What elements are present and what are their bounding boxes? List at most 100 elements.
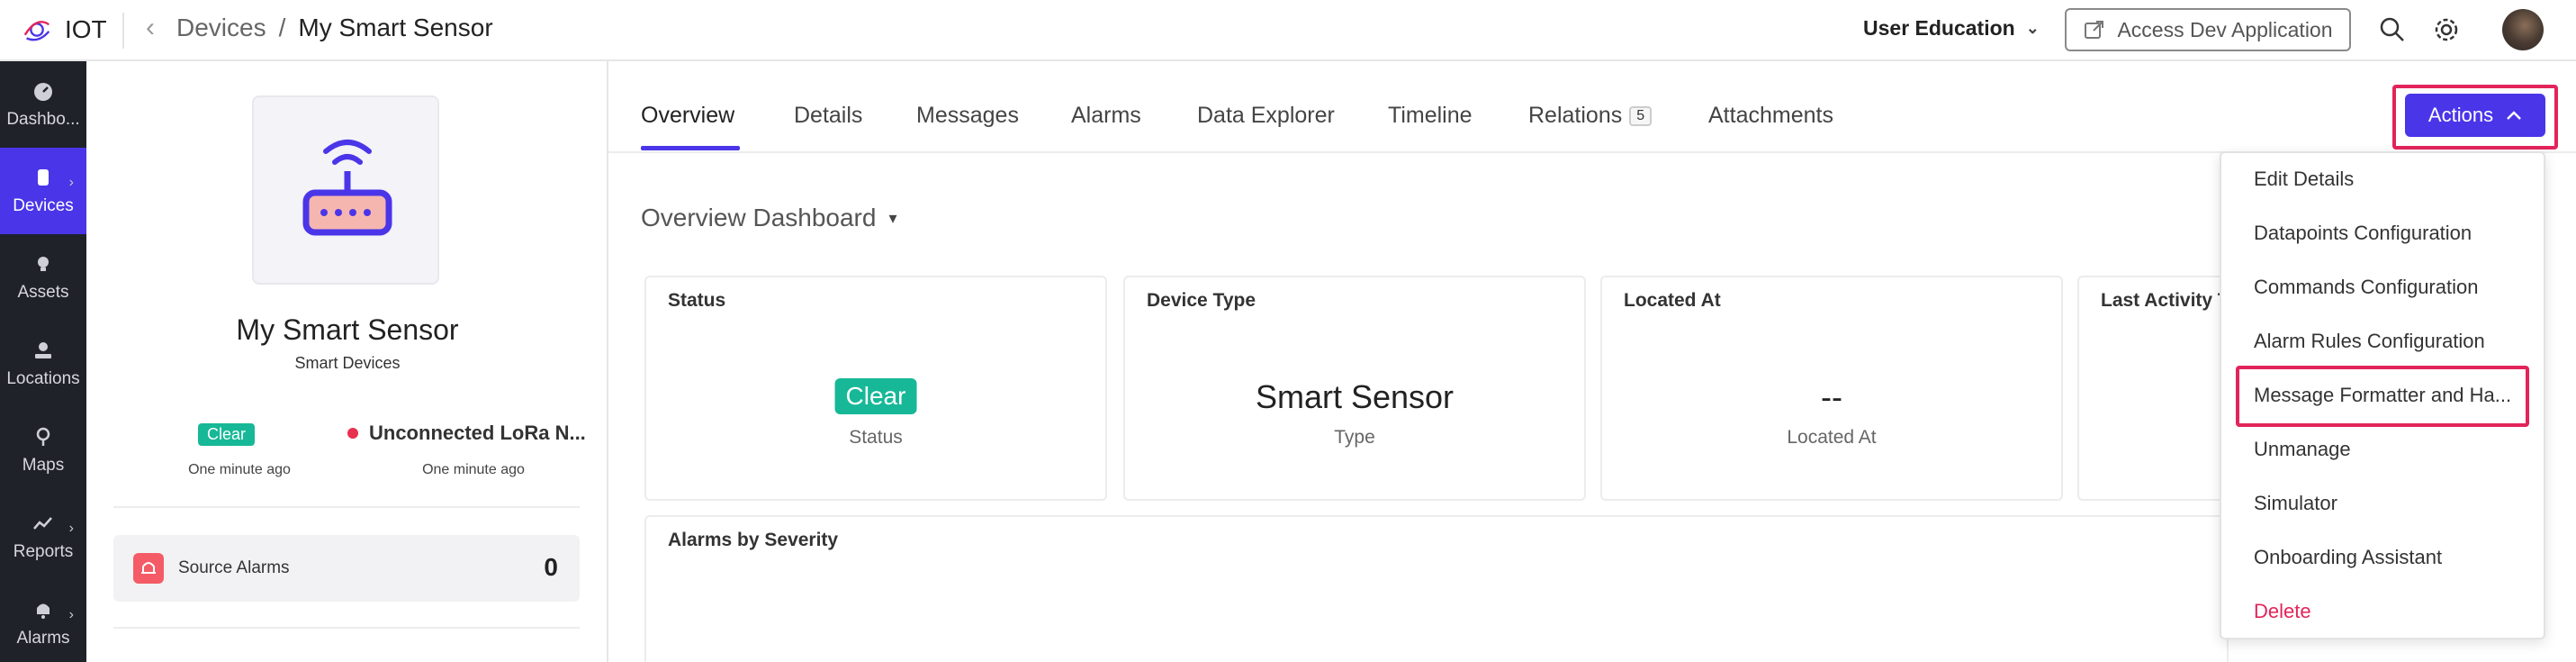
tab-data-explorer[interactable]: Data Explorer bbox=[1197, 103, 1335, 129]
device-type: Smart Devices bbox=[294, 354, 401, 372]
menu-item-onboarding-assistant[interactable]: Onboarding Assistant bbox=[2254, 546, 2442, 569]
nav-item-reports[interactable]: Reports › bbox=[0, 494, 86, 580]
tab-label: Details bbox=[794, 103, 863, 128]
left-nav: Dashbo... Devices › Assets Locations Map… bbox=[0, 61, 86, 662]
device-image bbox=[252, 95, 439, 285]
back-chevron-icon[interactable]: ‹ bbox=[146, 13, 155, 43]
menu-item-delete[interactable]: Delete bbox=[2254, 600, 2311, 623]
breadcrumb-parent[interactable]: Devices bbox=[176, 14, 266, 42]
highlight-box bbox=[2236, 366, 2529, 427]
map-pin-icon bbox=[36, 427, 50, 446]
breadcrumb-separator: / bbox=[278, 14, 286, 41]
card-title: Alarms by Severity bbox=[668, 530, 839, 550]
tab-label: Attachments bbox=[1708, 103, 1833, 128]
chart-line-icon bbox=[33, 517, 52, 530]
chevron-right-icon: › bbox=[68, 521, 74, 536]
search-icon[interactable] bbox=[2378, 15, 2407, 44]
card-title: Located At bbox=[1624, 290, 1721, 311]
source-alarms-card[interactable]: Source Alarms 0 bbox=[113, 535, 580, 602]
tab-label: Overview bbox=[641, 103, 735, 128]
menu-item-alarm-rules-configuration[interactable]: Alarm Rules Configuration bbox=[2254, 330, 2485, 353]
tab-overview[interactable]: Overview bbox=[641, 103, 734, 129]
status-card: Status Clear Status bbox=[644, 276, 1107, 501]
card-title: Device Type bbox=[1147, 290, 1256, 311]
device-name: My Smart Sensor bbox=[236, 313, 459, 346]
tab-details[interactable]: Details bbox=[794, 103, 862, 129]
menu-item-datapoints-configuration[interactable]: Datapoints Configuration bbox=[2254, 222, 2472, 245]
dashboard-selector[interactable]: Overview Dashboard ▾ bbox=[641, 204, 897, 232]
alarms-by-severity-card: Alarms by Severity bbox=[644, 515, 2229, 662]
status-time: One minute ago bbox=[188, 462, 291, 477]
source-alarms-count: 0 bbox=[544, 553, 558, 581]
tab-label: Messages bbox=[916, 103, 1019, 128]
dashboard-icon bbox=[34, 83, 52, 101]
highlight-box bbox=[2392, 85, 2558, 150]
card-subtitle: Type bbox=[1334, 427, 1375, 448]
caret-down-icon: ▾ bbox=[888, 208, 897, 227]
tab-timeline[interactable]: Timeline bbox=[1388, 103, 1473, 129]
divider bbox=[113, 627, 580, 629]
nav-label: Maps bbox=[22, 456, 65, 475]
active-tab-indicator bbox=[641, 146, 740, 150]
nav-item-devices[interactable]: Devices › bbox=[0, 148, 86, 234]
menu-item-simulator[interactable]: Simulator bbox=[2254, 492, 2337, 515]
alarm-bell-icon bbox=[133, 553, 164, 584]
bell-icon bbox=[37, 603, 50, 619]
nav-label: Devices bbox=[13, 196, 74, 215]
location-icon bbox=[35, 342, 51, 358]
nav-item-maps[interactable]: Maps bbox=[0, 407, 86, 494]
external-link-icon bbox=[2085, 21, 2104, 39]
chevron-right-icon: › bbox=[68, 175, 74, 190]
menu-item-unmanage[interactable]: Unmanage bbox=[2254, 438, 2351, 461]
access-dev-app-button[interactable]: Access Dev Application bbox=[2065, 8, 2351, 51]
nav-item-locations[interactable]: Locations bbox=[0, 321, 86, 407]
gear-icon[interactable] bbox=[2432, 15, 2461, 44]
divider bbox=[122, 13, 124, 49]
org-selector[interactable]: User Education ⌄ bbox=[1863, 16, 2040, 41]
status-badge: Clear bbox=[834, 378, 917, 414]
device-icon bbox=[38, 169, 49, 186]
nav-item-assets[interactable]: Assets bbox=[0, 234, 86, 321]
tab-label: Data Explorer bbox=[1197, 103, 1335, 128]
iot-logo-icon bbox=[23, 21, 50, 41]
bulb-icon bbox=[38, 257, 49, 271]
chevron-right-icon: › bbox=[68, 607, 74, 622]
relations-count-badge: 5 bbox=[1629, 105, 1653, 126]
menu-item-commands-configuration[interactable]: Commands Configuration bbox=[2254, 276, 2478, 299]
nav-item-alarms[interactable]: Alarms › bbox=[0, 580, 86, 662]
tab-messages[interactable]: Messages bbox=[916, 103, 1019, 129]
source-alarms-label: Source Alarms bbox=[178, 558, 290, 577]
connection-status: Unconnected LoRa N... bbox=[347, 422, 586, 445]
tab-label: Timeline bbox=[1388, 103, 1473, 128]
tab-relations[interactable]: Relations 5 bbox=[1528, 103, 1653, 129]
avatar[interactable] bbox=[2502, 9, 2544, 50]
nav-label: Assets bbox=[17, 283, 69, 302]
nav-label: Reports bbox=[13, 542, 74, 561]
org-name: User Education bbox=[1863, 16, 2015, 40]
tab-attachments[interactable]: Attachments bbox=[1708, 103, 1833, 129]
connection-time: One minute ago bbox=[422, 462, 525, 477]
router-icon bbox=[302, 140, 392, 236]
card-value: -- bbox=[1821, 378, 1842, 415]
connection-label: Unconnected LoRa N... bbox=[369, 422, 586, 444]
card-title: Status bbox=[668, 290, 726, 311]
nav-item-dashboards[interactable]: Dashbo... bbox=[0, 61, 86, 148]
device-profile-panel: My Smart Sensor Smart Devices Clear One … bbox=[86, 61, 608, 662]
tab-label: Alarms bbox=[1071, 103, 1141, 128]
brand-name: IOT bbox=[65, 15, 107, 43]
card-subtitle: Status bbox=[849, 427, 903, 448]
nav-label: Locations bbox=[6, 369, 80, 388]
divider bbox=[113, 506, 580, 508]
nav-label: Dashbo... bbox=[6, 110, 80, 129]
located-at-card: Located At -- Located At bbox=[1600, 276, 2063, 501]
top-bar: IOT ‹ Devices / My Smart Sensor User Edu… bbox=[0, 0, 2576, 61]
menu-item-edit-details[interactable]: Edit Details bbox=[2254, 168, 2354, 191]
nav-label: Alarms bbox=[16, 629, 70, 648]
card-title: Last Activity T bbox=[2101, 290, 2229, 311]
brand[interactable]: IOT bbox=[20, 13, 107, 47]
card-value: Smart Sensor bbox=[1255, 378, 1455, 415]
device-type-card: Device Type Smart Sensor Type bbox=[1123, 276, 1586, 501]
tab-label: Relations bbox=[1528, 103, 1623, 128]
tab-alarms[interactable]: Alarms bbox=[1071, 103, 1141, 129]
card-subtitle: Located At bbox=[1787, 427, 1877, 448]
